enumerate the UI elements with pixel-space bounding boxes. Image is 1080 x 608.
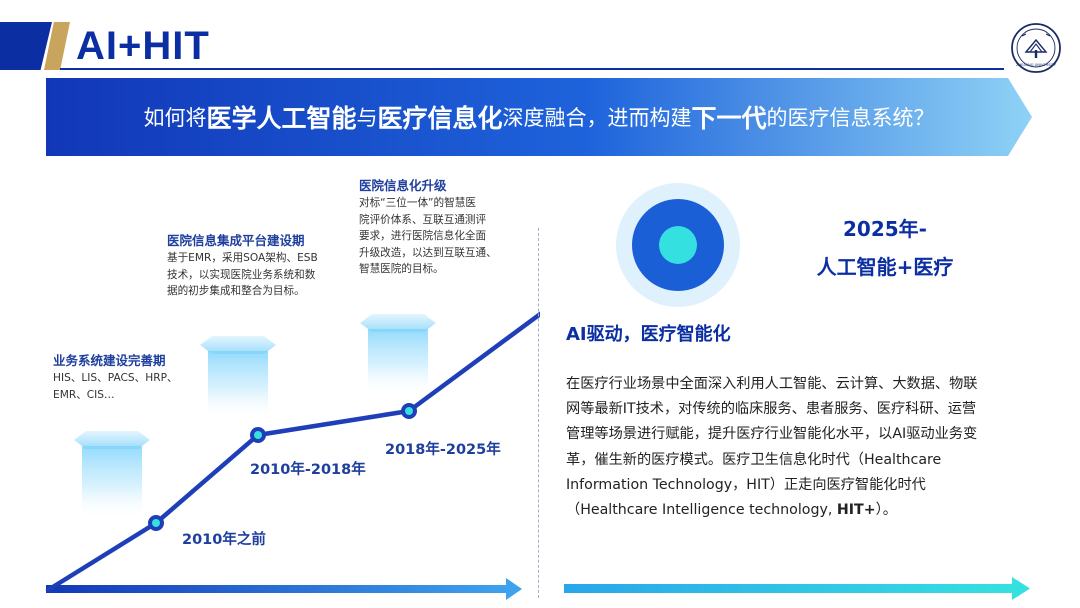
stage-2-desc: 基于EMR，采用SOA架构、ESB 技术，以实现医院业务系统和数 据的初步集成和… <box>167 250 347 300</box>
hit-plus-term: HIT+ <box>836 502 876 519</box>
stage-3-desc: 对标“三位一体”的智慧医 院评价体系、互联互通测评 要求，进行医院信息化全面 升… <box>359 195 519 278</box>
ai-paragraph-line: Information Technology，HIT）正走向医疗智能化时代 <box>566 476 926 493</box>
university-logo: ZHEJIANG UNIVERSITY <box>1010 22 1062 74</box>
future-target-node <box>616 183 740 307</box>
ai-paragraph-line: 网等最新IT技术，对传统的临床服务、患者服务、医疗科研、运营 <box>566 401 977 418</box>
stage-1-desc-line: HIS、LIS、PACS、HRP、 <box>53 372 178 384</box>
ai-paragraph-line: 在医疗行业场景中全面深入利用人工智能、云计算、大数据、物联 <box>566 376 978 392</box>
stage-1-desc-line: EMR、CIS… <box>53 388 115 401</box>
stage-3-desc-line: 升级改造，以达到互联互通、 <box>359 246 497 259</box>
future-heading: 2025年- 人工智能+医疗 <box>790 210 980 286</box>
timeline-node-1 <box>148 515 164 531</box>
stage-3-title: 医院信息化升级 <box>359 178 447 193</box>
stage-pillar-1 <box>74 431 150 520</box>
timeline-node-3 <box>401 403 417 419</box>
stage-3-desc-line: 院评价体系、互联互通测评 <box>359 213 487 226</box>
stage-3-desc-line: 智慧医院的目标。 <box>359 263 444 276</box>
stage-2-desc-line: 技术，以实现医院业务系统和数 <box>167 268 316 281</box>
period-label-2: 2010年-2018年 <box>250 462 366 478</box>
ai-paragraph-last-line: （Healthcare Intelligence technology, HIT… <box>566 498 1038 523</box>
stage-2-title: 医院信息集成平台建设期 <box>167 233 305 248</box>
logo-text: ZHEJIANG UNIVERSITY <box>1016 63 1057 67</box>
ai-paragraph: 在医疗行业场景中全面深入利用人工智能、云计算、大数据、物联 网等最新IT技术，对… <box>566 372 1038 523</box>
banner-emphasis: 下一代 <box>691 104 767 133</box>
stage-3: 医院信息化升级 对标“三位一体”的智慧医 院评价体系、互联互通测评 要求，进行医… <box>359 177 519 278</box>
banner-text-part: 的医疗信息系统？ <box>766 106 935 130</box>
ai-paragraph-line: 管理等场景进行赋能，提升医疗行业智能化水平，以AI驱动业务变 <box>566 426 978 443</box>
ai-paragraph-end: ）。 <box>875 502 897 519</box>
period-label-3: 2018年-2025年 <box>385 442 501 458</box>
ai-subtitle: AI驱动，医疗智能化 <box>566 324 731 345</box>
stage-pillar-3 <box>360 314 436 396</box>
future-year: 2025年- <box>843 217 927 241</box>
ai-paragraph-line: （Healthcare Intelligence technology, <box>566 502 837 519</box>
stage-2: 医院信息集成平台建设期 基于EMR，采用SOA架构、ESB 技术，以实现医院业务… <box>167 232 347 300</box>
stage-3-desc-line: 对标“三位一体”的智慧医 <box>359 197 476 209</box>
future-name: 人工智能+医疗 <box>816 255 954 279</box>
stage-1: 业务系统建设完善期 HIS、LIS、PACS、HRP、 EMR、CIS… <box>53 352 203 403</box>
timeline-node-2 <box>250 427 266 443</box>
stage-pillar-2 <box>200 336 276 420</box>
right-axis-arrow <box>564 577 1030 600</box>
stage-1-desc: HIS、LIS、PACS、HRP、 EMR、CIS… <box>53 370 203 403</box>
stage-2-desc-line: 基于EMR，采用SOA架构、ESB <box>167 252 318 264</box>
stage-2-desc-line: 据的初步集成和整合为目标。 <box>167 285 305 298</box>
stage-1-title: 业务系统建设完善期 <box>53 353 166 368</box>
stage-3-desc-line: 要求，进行医院信息化全面 <box>359 230 487 243</box>
timeline-graphic <box>45 311 540 600</box>
ai-paragraph-line: 革，催生新的医疗模式。医疗卫生信息化时代（Healthcare <box>566 451 942 468</box>
section-divider <box>538 228 539 598</box>
period-label-1: 2010年之前 <box>182 532 266 548</box>
timeline-axis-arrow <box>46 578 522 600</box>
growth-line <box>45 311 540 593</box>
